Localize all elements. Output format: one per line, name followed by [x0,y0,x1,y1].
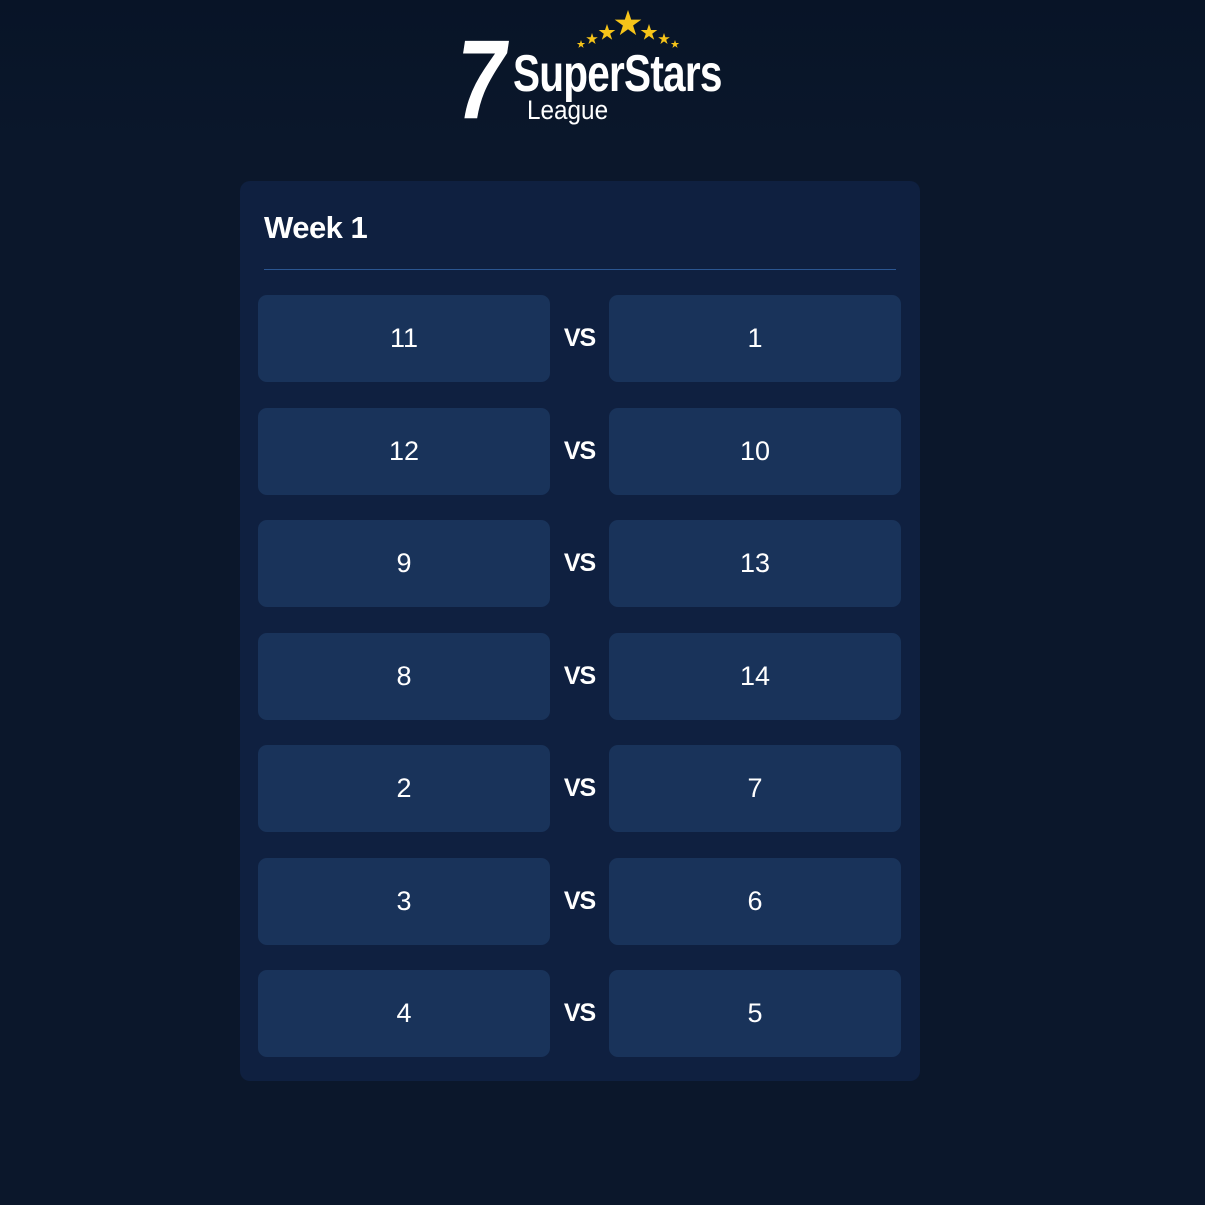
match-row: 12 VS 10 [258,407,902,495]
home-team-button[interactable]: 11 [258,295,550,382]
match-row: 4 VS 5 [258,970,902,1057]
match-row: 2 VS 7 [258,745,902,832]
match-row: 3 VS 6 [258,857,902,945]
away-team-button[interactable]: 14 [609,632,901,720]
vs-label: VS [563,886,596,915]
site-header: 7 SuperStars League [0,0,1205,140]
away-team-button[interactable]: 1 [609,295,901,382]
week-title: Week 1 [264,210,368,245]
logo-number: 7 [457,17,506,142]
away-team-button[interactable]: 10 [609,407,901,495]
title-divider [264,269,896,270]
match-row: 8 VS 14 [258,632,902,720]
home-team-button[interactable]: 4 [258,970,550,1057]
home-team-button[interactable]: 9 [258,520,550,607]
match-row: 11 VS 1 [258,295,902,382]
home-team-button[interactable]: 2 [258,745,550,832]
vs-label: VS [563,436,596,465]
match-row: 9 VS 13 [258,520,902,607]
vs-label: VS [563,549,596,577]
home-team-button[interactable]: 12 [258,407,550,495]
home-team-button[interactable]: 3 [258,857,550,945]
vs-label: VS [563,999,596,1027]
vs-label: VS [563,661,596,690]
away-team-button[interactable]: 13 [609,520,901,607]
league-logo[interactable]: 7 SuperStars League [455,8,745,142]
schedule-card: Week 1 11 VS 1 12 VS 10 9 VS 13 8 VS 1 4 … [240,181,920,1081]
vs-label: VS [563,324,596,352]
away-team-button[interactable]: 7 [609,745,901,832]
logo-subtitle: League [527,95,609,125]
vs-label: VS [563,774,596,802]
home-team-button[interactable]: 8 [258,632,550,720]
away-team-button[interactable]: 5 [609,970,901,1057]
match-list: 11 VS 1 12 VS 10 9 VS 13 8 VS 14 2 VS 7 … [258,295,902,1083]
away-team-button[interactable]: 6 [609,857,901,945]
